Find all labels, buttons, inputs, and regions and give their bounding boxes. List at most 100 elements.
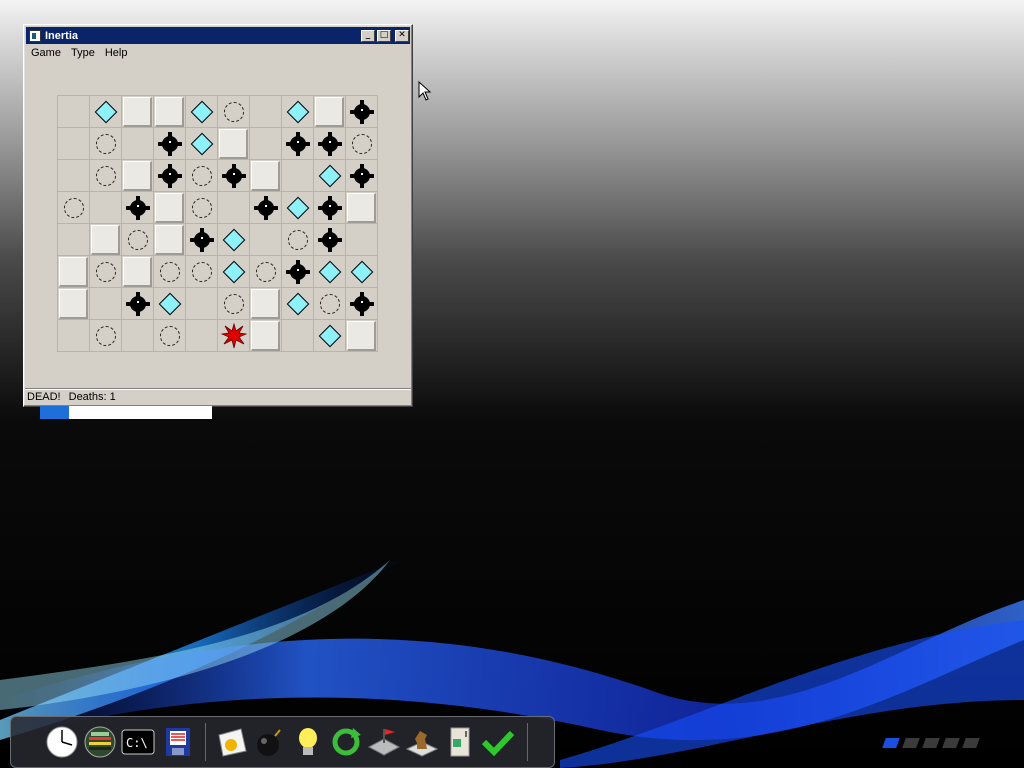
board-cell[interactable] — [122, 160, 154, 192]
board-cell[interactable] — [218, 224, 250, 256]
board-cell[interactable] — [218, 96, 250, 128]
board-cell[interactable] — [122, 192, 154, 224]
board-cell[interactable] — [314, 256, 346, 288]
board-cell[interactable] — [186, 160, 218, 192]
board-cell[interactable] — [346, 256, 378, 288]
board-cell[interactable] — [218, 128, 250, 160]
workspace-5[interactable] — [962, 738, 980, 748]
board-cell[interactable] — [250, 320, 282, 352]
board-cell[interactable] — [282, 288, 314, 320]
board-cell[interactable] — [250, 288, 282, 320]
board-cell[interactable] — [314, 288, 346, 320]
minimize-button[interactable]: _ — [361, 29, 375, 42]
board-cell[interactable] — [218, 288, 250, 320]
board-cell[interactable] — [154, 256, 186, 288]
flag-puzzle-icon[interactable] — [367, 725, 401, 759]
board-cell[interactable] — [282, 192, 314, 224]
board-cell[interactable] — [218, 192, 250, 224]
board-cell[interactable] — [314, 320, 346, 352]
board-cell[interactable] — [186, 96, 218, 128]
sun-app-icon[interactable] — [215, 725, 249, 759]
board-cell[interactable] — [314, 160, 346, 192]
board-cell[interactable] — [186, 320, 218, 352]
board-cell[interactable] — [250, 224, 282, 256]
board-cell[interactable] — [346, 96, 378, 128]
board-cell[interactable] — [250, 192, 282, 224]
board-cell[interactable] — [346, 192, 378, 224]
board-cell[interactable] — [58, 160, 90, 192]
board-cell[interactable] — [282, 224, 314, 256]
board-cell[interactable] — [314, 224, 346, 256]
board-cell[interactable] — [90, 160, 122, 192]
board-grid[interactable] — [57, 95, 378, 352]
board-cell[interactable] — [90, 256, 122, 288]
board-cell[interactable] — [282, 256, 314, 288]
board-cell[interactable] — [154, 160, 186, 192]
board-cell[interactable] — [90, 128, 122, 160]
board-cell[interactable] — [282, 320, 314, 352]
game-board[interactable] — [57, 95, 378, 352]
board-cell[interactable] — [250, 256, 282, 288]
board-cell[interactable] — [58, 128, 90, 160]
board-cell[interactable] — [186, 128, 218, 160]
workspace-3[interactable] — [922, 738, 940, 748]
board-cell[interactable] — [218, 256, 250, 288]
board-cell[interactable] — [282, 128, 314, 160]
board-cell[interactable] — [90, 224, 122, 256]
lightbulb-icon[interactable] — [291, 725, 325, 759]
board-cell[interactable] — [90, 96, 122, 128]
board-cell[interactable] — [346, 224, 378, 256]
maximize-button[interactable]: □ — [377, 29, 391, 42]
board-cell[interactable] — [346, 320, 378, 352]
board-cell[interactable] — [154, 320, 186, 352]
board-cell[interactable] — [58, 256, 90, 288]
board-cell[interactable] — [90, 288, 122, 320]
close-button[interactable]: ✕ — [395, 29, 409, 42]
workspace-2[interactable] — [902, 738, 920, 748]
workspace-4[interactable] — [942, 738, 960, 748]
board-cell[interactable] — [346, 288, 378, 320]
calculator-icon[interactable] — [83, 725, 117, 759]
board-cell[interactable] — [346, 128, 378, 160]
board-cell[interactable] — [250, 128, 282, 160]
board-cell[interactable] — [122, 128, 154, 160]
save-disk-icon[interactable] — [161, 725, 195, 759]
board-cell[interactable] — [250, 96, 282, 128]
board-cell[interactable] — [314, 128, 346, 160]
workspace-1[interactable] — [882, 738, 900, 748]
board-cell[interactable] — [154, 192, 186, 224]
board-cell[interactable] — [58, 96, 90, 128]
bomb-icon[interactable] — [253, 725, 287, 759]
board-cell[interactable] — [186, 288, 218, 320]
clock-icon[interactable] — [45, 725, 79, 759]
board-cell[interactable] — [250, 160, 282, 192]
chess-knight-icon[interactable] — [405, 725, 439, 759]
board-cell[interactable] — [90, 192, 122, 224]
board-cell[interactable] — [282, 96, 314, 128]
menu-game[interactable]: Game — [26, 45, 66, 63]
board-cell[interactable] — [154, 96, 186, 128]
refresh-icon[interactable] — [329, 725, 363, 759]
board-cell[interactable] — [186, 224, 218, 256]
board-cell[interactable] — [314, 192, 346, 224]
board-cell[interactable] — [122, 320, 154, 352]
menu-help[interactable]: Help — [100, 45, 133, 63]
board-cell[interactable] — [122, 256, 154, 288]
board-cell[interactable] — [58, 320, 90, 352]
board-cell[interactable] — [154, 288, 186, 320]
title-bar[interactable]: Inertia _ □ ✕ — [26, 27, 410, 44]
fridge-icon[interactable] — [443, 725, 477, 759]
board-cell[interactable] — [186, 256, 218, 288]
board-cell[interactable] — [90, 320, 122, 352]
menu-type[interactable]: Type — [66, 45, 100, 63]
app-icon[interactable] — [29, 29, 41, 42]
board-cell[interactable] — [218, 320, 250, 352]
board-cell[interactable] — [218, 160, 250, 192]
board-cell[interactable] — [58, 192, 90, 224]
board-cell[interactable] — [154, 224, 186, 256]
board-cell[interactable] — [282, 160, 314, 192]
board-cell[interactable] — [122, 288, 154, 320]
board-cell[interactable] — [186, 192, 218, 224]
board-cell[interactable] — [122, 96, 154, 128]
terminal-icon[interactable]: C:\ — [121, 725, 155, 759]
